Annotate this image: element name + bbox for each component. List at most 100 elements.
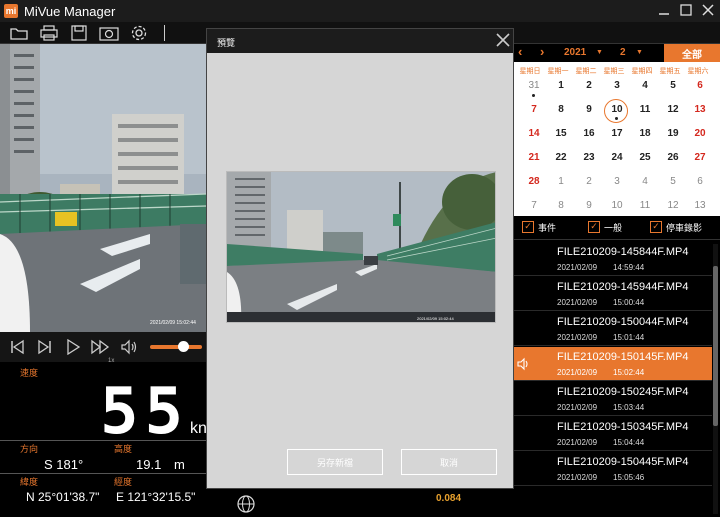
recording-dot [532, 94, 535, 97]
calendar-day[interactable]: 3 [603, 80, 631, 91]
month-select[interactable]: 2 [620, 47, 626, 58]
calendar-day[interactable]: 6 [686, 176, 714, 187]
minimize-icon[interactable] [656, 2, 672, 18]
latitude-value: N 25°01'38.7" [26, 490, 100, 504]
file-time: 14:59:44 [613, 263, 645, 272]
calendar-day[interactable]: 9 [575, 200, 603, 211]
printer-icon[interactable] [38, 23, 60, 43]
volume-icon[interactable] [118, 337, 140, 357]
month-dropdown-icon[interactable]: ▼ [636, 49, 643, 56]
calendar-day[interactable]: 10 [603, 104, 631, 115]
calendar-day[interactable]: 1 [547, 176, 575, 187]
prev-month-icon[interactable]: ‹ [518, 44, 522, 59]
calendar-day[interactable]: 25 [631, 152, 659, 163]
file-row[interactable]: FILE210209-150345F.MP4 2021/02/09 15:04:… [514, 417, 712, 451]
calendar-day[interactable]: 10 [603, 200, 631, 211]
calendar-day[interactable]: 22 [547, 152, 575, 163]
calendar-day[interactable]: 11 [631, 104, 659, 115]
gear-icon[interactable] [128, 23, 150, 43]
file-name: FILE210209-145844F.MP4 [557, 246, 689, 258]
step-forward-icon[interactable] [34, 337, 56, 357]
calendar-day[interactable]: 16 [575, 128, 603, 139]
file-time: 15:02:44 [613, 368, 645, 377]
file-row[interactable]: FILE210209-150245F.MP4 2021/02/09 15:03:… [514, 382, 712, 416]
weekday-sun: 星期日 [519, 68, 541, 75]
calendar-day[interactable]: 28 [520, 176, 548, 187]
calendar-day[interactable]: 23 [575, 152, 603, 163]
calendar-day[interactable]: 20 [686, 128, 714, 139]
calendar-day[interactable]: 13 [686, 200, 714, 211]
calendar-day[interactable]: 2 [575, 176, 603, 187]
latitude-label: 緯度 [20, 477, 39, 487]
calendar-day[interactable]: 27 [686, 152, 714, 163]
floppy-icon[interactable] [68, 23, 90, 43]
calendar-day[interactable]: 11 [631, 200, 659, 211]
calendar-day[interactable]: 5 [659, 176, 687, 187]
calendar-day[interactable]: 13 [686, 104, 714, 115]
file-time: 15:01:44 [613, 333, 645, 342]
calendar-day[interactable]: 2 [575, 80, 603, 91]
file-row[interactable]: FILE210209-145944F.MP4 2021/02/09 15:00:… [514, 277, 712, 311]
maximize-icon[interactable] [678, 2, 694, 18]
file-time: 15:04:44 [613, 438, 645, 447]
file-row-active[interactable]: FILE210209-150145F.MP4 2021/02/09 15:02:… [514, 347, 712, 381]
play-icon[interactable] [62, 337, 84, 357]
file-row[interactable]: FILE210209-145844F.MP4 2021/02/09 14:59:… [514, 242, 712, 276]
calendar-day[interactable]: 3 [603, 176, 631, 187]
show-all-button[interactable]: 全部 [664, 44, 720, 62]
weekday-wed: 星期三 [603, 68, 625, 75]
calendar-day[interactable]: 7 [520, 200, 548, 211]
calendar-day[interactable]: 15 [547, 128, 575, 139]
calendar-day[interactable]: 18 [631, 128, 659, 139]
volume-slider-knob[interactable] [178, 341, 189, 352]
close-icon[interactable] [495, 32, 511, 48]
fast-forward-icon[interactable] [90, 337, 112, 357]
file-date: 2021/02/09 [557, 263, 598, 272]
calendar-day[interactable]: 8 [547, 104, 575, 115]
calendar-day[interactable]: 31 [520, 80, 548, 91]
year-dropdown-icon[interactable]: ▼ [596, 49, 603, 56]
app-logo-icon: mi [4, 4, 18, 18]
weekday-sat: 星期六 [687, 68, 709, 75]
file-name: FILE210209-150145F.MP4 [557, 351, 689, 363]
file-row[interactable]: FILE210209-150044F.MP4 2021/02/09 15:01:… [514, 312, 712, 346]
calendar-day[interactable]: 19 [659, 128, 687, 139]
calendar-day-selected[interactable]: 9 [575, 104, 603, 115]
calendar-day[interactable]: 17 [603, 128, 631, 139]
event-checkbox[interactable]: ✓ [522, 221, 534, 233]
calendar-day[interactable]: 6 [686, 80, 714, 91]
event-filter-label: 事件 [538, 223, 557, 233]
file-row[interactable]: FILE210209-150445F.MP4 2021/02/09 15:05:… [514, 452, 712, 486]
file-date: 2021/02/09 [557, 438, 598, 447]
calendar-day[interactable]: 1 [547, 80, 575, 91]
folder-icon[interactable] [8, 23, 30, 43]
globe-icon[interactable] [236, 494, 256, 514]
next-month-icon[interactable]: › [540, 44, 544, 59]
calendar-day[interactable]: 8 [547, 200, 575, 211]
calendar-day[interactable]: 7 [520, 104, 548, 115]
calendar-day[interactable]: 5 [659, 80, 687, 91]
file-name: FILE210209-145944F.MP4 [557, 281, 689, 293]
file-list-scroll-thumb[interactable] [713, 266, 718, 426]
save-as-button[interactable]: 另存新檔 [287, 449, 383, 475]
video-player[interactable]: 2021/02/09 15:02:44 [0, 44, 206, 332]
volume-slider-track[interactable] [150, 345, 202, 349]
altitude-value: 19.1 [136, 457, 162, 472]
calendar-day[interactable]: 12 [659, 104, 687, 115]
calendar-day[interactable]: 14 [520, 128, 548, 139]
close-window-icon[interactable] [700, 2, 716, 18]
skip-start-icon[interactable] [6, 337, 28, 357]
parking-checkbox[interactable]: ✓ [650, 221, 662, 233]
calendar-day[interactable]: 4 [631, 80, 659, 91]
file-type-filters: ✓ 事件 ✓ 一般 ✓ 停車錄影 [514, 216, 720, 240]
calendar-day[interactable]: 24 [603, 152, 631, 163]
calendar-day[interactable]: 12 [659, 200, 687, 211]
calendar-day[interactable]: 4 [631, 176, 659, 187]
altitude-label: 高度 [114, 444, 133, 454]
camera-icon[interactable] [98, 23, 120, 43]
calendar-day[interactable]: 26 [659, 152, 687, 163]
year-select[interactable]: 2021 [564, 47, 586, 58]
cancel-button[interactable]: 取消 [401, 449, 497, 475]
calendar-day[interactable]: 21 [520, 152, 548, 163]
normal-checkbox[interactable]: ✓ [588, 221, 600, 233]
